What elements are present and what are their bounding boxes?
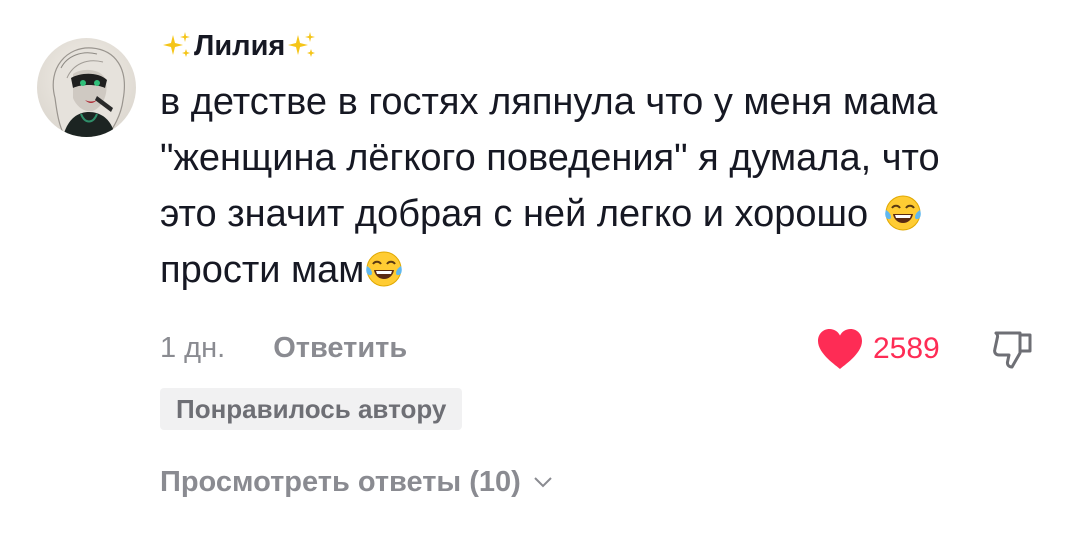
view-replies-button[interactable]: Просмотреть ответы (10) bbox=[160, 460, 553, 504]
chevron-down-icon bbox=[534, 477, 552, 488]
heart-icon bbox=[818, 329, 862, 369]
comment-line-text: это значит добрая с ней легко и хорошо bbox=[160, 193, 869, 235]
comment-line-text: прости мам bbox=[160, 249, 365, 291]
dislike-icon[interactable] bbox=[990, 329, 1036, 371]
comment-line: "женщина лёгкого поведения" я думала, чт… bbox=[160, 137, 940, 179]
sparkles-icon bbox=[288, 32, 316, 57]
username[interactable]: Лилия bbox=[194, 30, 285, 63]
like-button[interactable]: 2589 bbox=[815, 327, 940, 371]
comment-time: 1 дн. bbox=[160, 331, 226, 364]
comment-text: в детстве в гостях ляпнула что у меня ма… bbox=[160, 74, 1050, 298]
view-replies-label: Просмотреть ответы (10) bbox=[160, 465, 521, 498]
sparkles-icon bbox=[163, 32, 190, 57]
like-count: 2589 bbox=[873, 332, 940, 365]
username-row[interactable]: Лилия bbox=[160, 22, 1060, 70]
avatar-image bbox=[37, 38, 136, 137]
comment-line: это значит добрая с ней легко и хорошо bbox=[160, 186, 1050, 242]
face-with-tears-of-joy-icon bbox=[884, 195, 921, 231]
comment-line: прости мам bbox=[160, 242, 1050, 298]
avatar[interactable] bbox=[37, 38, 136, 137]
reply-button[interactable]: Ответить bbox=[273, 332, 407, 365]
comment-meta-row: 1 дн. Ответить 2589 bbox=[160, 325, 1060, 371]
face-with-tears-of-joy-icon bbox=[366, 251, 403, 287]
comment-line: в детстве в гостях ляпнула что у меня ма… bbox=[160, 81, 938, 123]
comment-content: Лилия в детстве в гостях ляпнула что у м… bbox=[160, 22, 1060, 498]
liked-by-author-badge: Понравилось автору bbox=[160, 388, 463, 430]
